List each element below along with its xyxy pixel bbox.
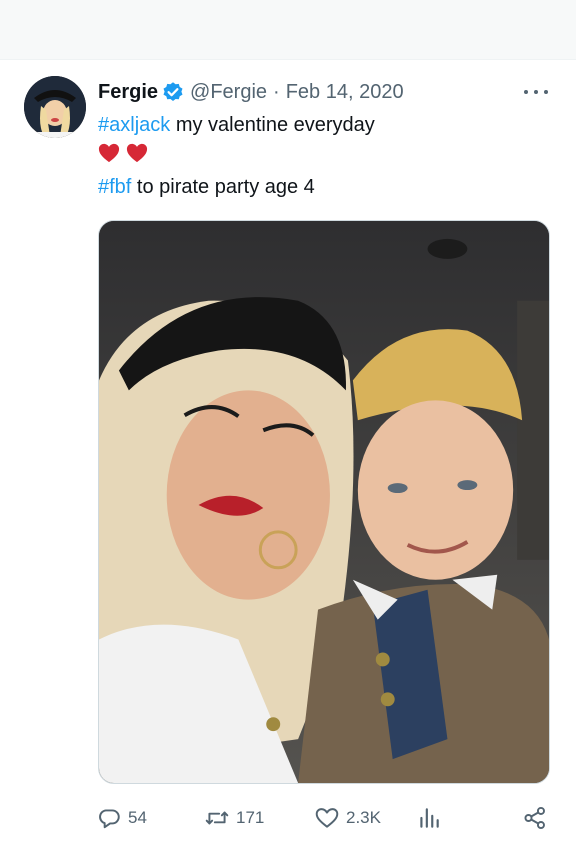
tweet-date[interactable]: Feb 14, 2020	[286, 81, 404, 104]
tweet-emoji-line	[98, 142, 148, 164]
header-separator: ·	[273, 80, 280, 103]
reply-count: 54	[128, 808, 147, 827]
retweet-count: 171	[236, 808, 265, 827]
more-options-icon[interactable]	[524, 82, 548, 102]
retweet-button[interactable]: 171	[204, 804, 264, 832]
tweet-header: Fergie @Fergie · Feb 14, 2020	[98, 79, 404, 105]
hashtag-link[interactable]: #axljack	[98, 114, 170, 136]
hashtag-link[interactable]: #fbf	[98, 176, 131, 198]
like-icon	[315, 808, 339, 828]
reply-icon	[99, 809, 120, 829]
retweet-icon	[205, 811, 229, 825]
share-button[interactable]	[522, 804, 548, 832]
views-button[interactable]	[416, 804, 442, 832]
tweet-text-line-3: #fbf to pirate party age 4	[98, 174, 315, 200]
views-icon	[420, 808, 439, 828]
avatar[interactable]	[24, 76, 86, 138]
top-bar	[0, 0, 576, 60]
tweet-photo[interactable]	[98, 220, 550, 784]
tweet-text: my valentine everyday	[170, 114, 375, 136]
tweet[interactable]: Fergie @Fergie · Feb 14, 2020 #axljack m…	[0, 60, 576, 866]
action-bar: 54 171 2.3K	[96, 804, 556, 832]
author-name[interactable]: Fergie	[98, 81, 158, 104]
like-button[interactable]: 2.3K	[314, 804, 381, 832]
heart-emoji-icon	[98, 143, 120, 163]
author-handle[interactable]: @Fergie	[190, 81, 267, 104]
verified-badge-icon	[162, 81, 184, 103]
tweet-text-line-1: #axljack my valentine everyday	[98, 112, 375, 138]
tweet-text: to pirate party age 4	[131, 176, 315, 198]
share-icon	[524, 806, 545, 830]
reply-button[interactable]: 54	[96, 804, 147, 832]
heart-emoji-icon	[126, 143, 148, 163]
like-count: 2.3K	[346, 808, 381, 827]
